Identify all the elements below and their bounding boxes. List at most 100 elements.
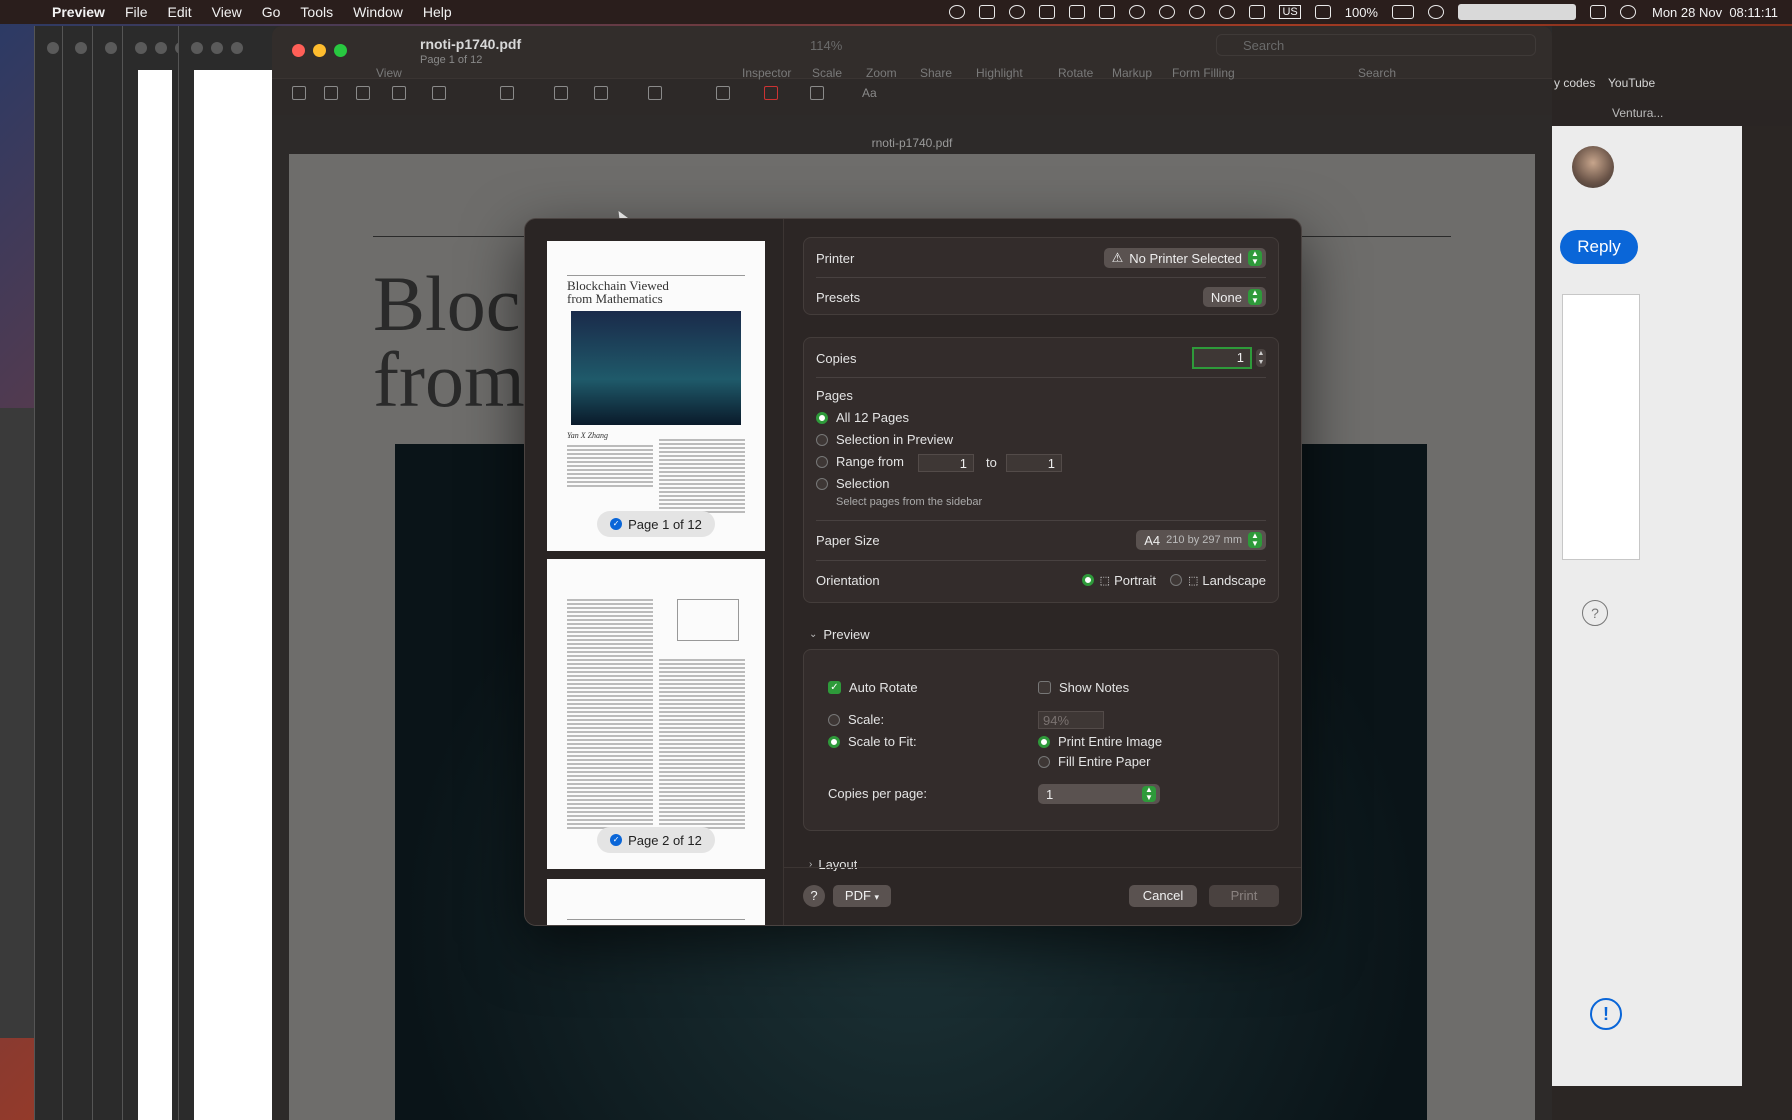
menu-help[interactable]: Help	[423, 4, 452, 20]
preview-section-header[interactable]: ⌄ Preview	[809, 627, 870, 642]
volume-icon[interactable]	[1249, 5, 1266, 19]
fill-entire-paper-option[interactable]: Fill Entire Paper	[1038, 754, 1150, 769]
menubar-clock[interactable]: Mon 28 Nov 08:11:11	[1652, 5, 1778, 20]
menu-window[interactable]: Window	[353, 4, 403, 20]
radio-fill-entire-paper[interactable]	[1038, 755, 1050, 768]
reply-button[interactable]: Reply	[1560, 230, 1638, 264]
scale-to-fit-option[interactable]: Scale to Fit:	[828, 734, 917, 749]
menu-app-name[interactable]: Preview	[52, 4, 105, 20]
menu-file[interactable]: File	[125, 4, 148, 20]
thumbnail-page-2[interactable]: ✓ Page 2 of 12	[547, 559, 765, 869]
bluetooth-icon[interactable]	[1189, 5, 1206, 19]
shapes-icon[interactable]	[500, 86, 514, 100]
landscape-label[interactable]: Landscape	[1202, 573, 1266, 588]
time-machine-icon[interactable]	[1129, 5, 1146, 19]
display-icon[interactable]	[979, 5, 996, 19]
scale-input[interactable]: 94%	[1038, 711, 1104, 729]
print-button[interactable]: Print	[1209, 885, 1279, 907]
note-icon[interactable]	[648, 86, 662, 100]
radio-all-pages[interactable]	[816, 411, 828, 424]
reply-text-area[interactable]	[1562, 294, 1640, 560]
minimize-button[interactable]	[313, 44, 326, 57]
search-field[interactable]: Search	[1216, 34, 1536, 56]
pages-option-selection[interactable]: Selection	[816, 476, 889, 491]
screen-record-icon[interactable]	[1039, 5, 1056, 19]
now-playing-icon[interactable]	[1219, 5, 1236, 19]
menu-tools[interactable]: Tools	[300, 4, 333, 20]
scale-option[interactable]: Scale:	[828, 712, 884, 727]
radio-portrait[interactable]	[1081, 574, 1094, 586]
pdf-menu-button[interactable]: PDF ▾	[833, 885, 891, 907]
fullscreen-button[interactable]	[334, 44, 347, 57]
document-title-line-1: Bloc	[373, 260, 521, 347]
copies-stepper[interactable]: ▲ ▼	[1256, 349, 1266, 367]
thumbnail-page-3[interactable]	[547, 879, 765, 925]
sign-icon[interactable]	[594, 86, 608, 100]
pages-option-selection-in-preview[interactable]: Selection in Preview	[816, 432, 953, 447]
fill-color-icon[interactable]	[810, 86, 824, 100]
pages-option-all[interactable]: All 12 Pages	[816, 410, 909, 425]
thumbnail-page-2-label[interactable]: ✓ Page 2 of 12	[597, 827, 715, 853]
border-color-icon[interactable]	[764, 86, 778, 100]
radio-scale-to-fit[interactable]	[828, 735, 840, 748]
show-notes-option[interactable]: Show Notes	[1038, 680, 1129, 695]
print-entire-image-option[interactable]: Print Entire Image	[1038, 734, 1162, 749]
text-box-icon[interactable]	[554, 86, 568, 100]
layers-icon[interactable]	[1069, 5, 1086, 19]
radio-landscape[interactable]	[1169, 574, 1182, 586]
wifi-icon[interactable]	[1427, 5, 1444, 19]
range-to-input[interactable]: 1	[1006, 454, 1062, 472]
portrait-label[interactable]: Portrait	[1114, 573, 1156, 588]
accessibility-icon[interactable]	[1009, 5, 1026, 19]
control-center-icon[interactable]	[1589, 5, 1606, 19]
redact-icon[interactable]	[356, 86, 370, 100]
window-title[interactable]: rnoti-p1740.pdf	[420, 36, 521, 52]
presets-popup[interactable]: None ▲ ▼	[1202, 287, 1266, 307]
thumbnail-page-1[interactable]: Blockchain Viewed from Mathematics Yan X…	[547, 241, 765, 551]
layout-section-header[interactable]: › Layout	[809, 857, 857, 871]
alert-icon[interactable]: !	[1590, 998, 1622, 1030]
input-source[interactable]: US	[1279, 5, 1301, 19]
tab-ventura[interactable]: Ventura...	[1612, 106, 1663, 120]
battery-icon[interactable]	[1391, 5, 1414, 19]
shape-style-icon[interactable]	[716, 86, 730, 100]
radio-selection[interactable]	[816, 477, 828, 490]
range-from-input[interactable]: 1	[918, 454, 974, 472]
cancel-button[interactable]: Cancel	[1129, 885, 1197, 907]
siri-icon[interactable]	[1619, 5, 1636, 19]
copies-input[interactable]: 1	[1192, 347, 1252, 369]
airdrop-icon[interactable]	[1159, 5, 1176, 19]
avatar[interactable]	[1572, 146, 1614, 188]
printer-popup[interactable]: ⚠ No Printer Selected ▲ ▼	[1103, 248, 1266, 268]
thumbnail-page-1-label[interactable]: ✓ Page 1 of 12	[597, 511, 715, 537]
bookmark-codes[interactable]: y codes	[1554, 76, 1595, 90]
draw-icon[interactable]	[432, 86, 446, 100]
menubar-search-field[interactable]	[1457, 4, 1576, 20]
help-button[interactable]: ?	[803, 885, 825, 907]
radio-print-entire-image[interactable]	[1038, 735, 1050, 748]
auto-rotate-checkbox[interactable]: ✓	[828, 681, 841, 694]
pages-option-range[interactable]: Range from	[816, 454, 904, 469]
menu-go[interactable]: Go	[262, 4, 281, 20]
printer-group: Printer ⚠ No Printer Selected ▲ ▼ Presets…	[803, 237, 1279, 315]
radio-range[interactable]	[816, 455, 828, 468]
close-button[interactable]	[292, 44, 305, 57]
radio-selection-in-preview[interactable]	[816, 433, 828, 446]
menu-view[interactable]: View	[212, 4, 242, 20]
paper-size-popup[interactable]: A4 210 by 297 mm ▲ ▼	[1136, 530, 1266, 550]
zoom-value[interactable]: 114%	[810, 38, 842, 53]
status-app-icon[interactable]	[949, 5, 966, 19]
window-icon[interactable]	[1314, 5, 1331, 19]
text-selection-icon[interactable]	[292, 86, 306, 100]
text-style-icon[interactable]: Aa	[862, 86, 892, 100]
rect-selection-icon[interactable]	[324, 86, 338, 100]
menu-edit[interactable]: Edit	[168, 4, 192, 20]
radio-scale[interactable]	[828, 713, 840, 726]
help-icon[interactable]: ?	[1582, 600, 1608, 626]
keyboard-icon[interactable]	[1099, 5, 1116, 19]
bookmark-youtube[interactable]: YouTube	[1608, 76, 1655, 90]
show-notes-checkbox[interactable]	[1038, 681, 1051, 694]
sketch-icon[interactable]	[392, 86, 406, 100]
auto-rotate-option[interactable]: ✓ Auto Rotate	[828, 680, 918, 695]
copies-per-page-popup[interactable]: 1 ▲ ▼	[1038, 784, 1160, 804]
